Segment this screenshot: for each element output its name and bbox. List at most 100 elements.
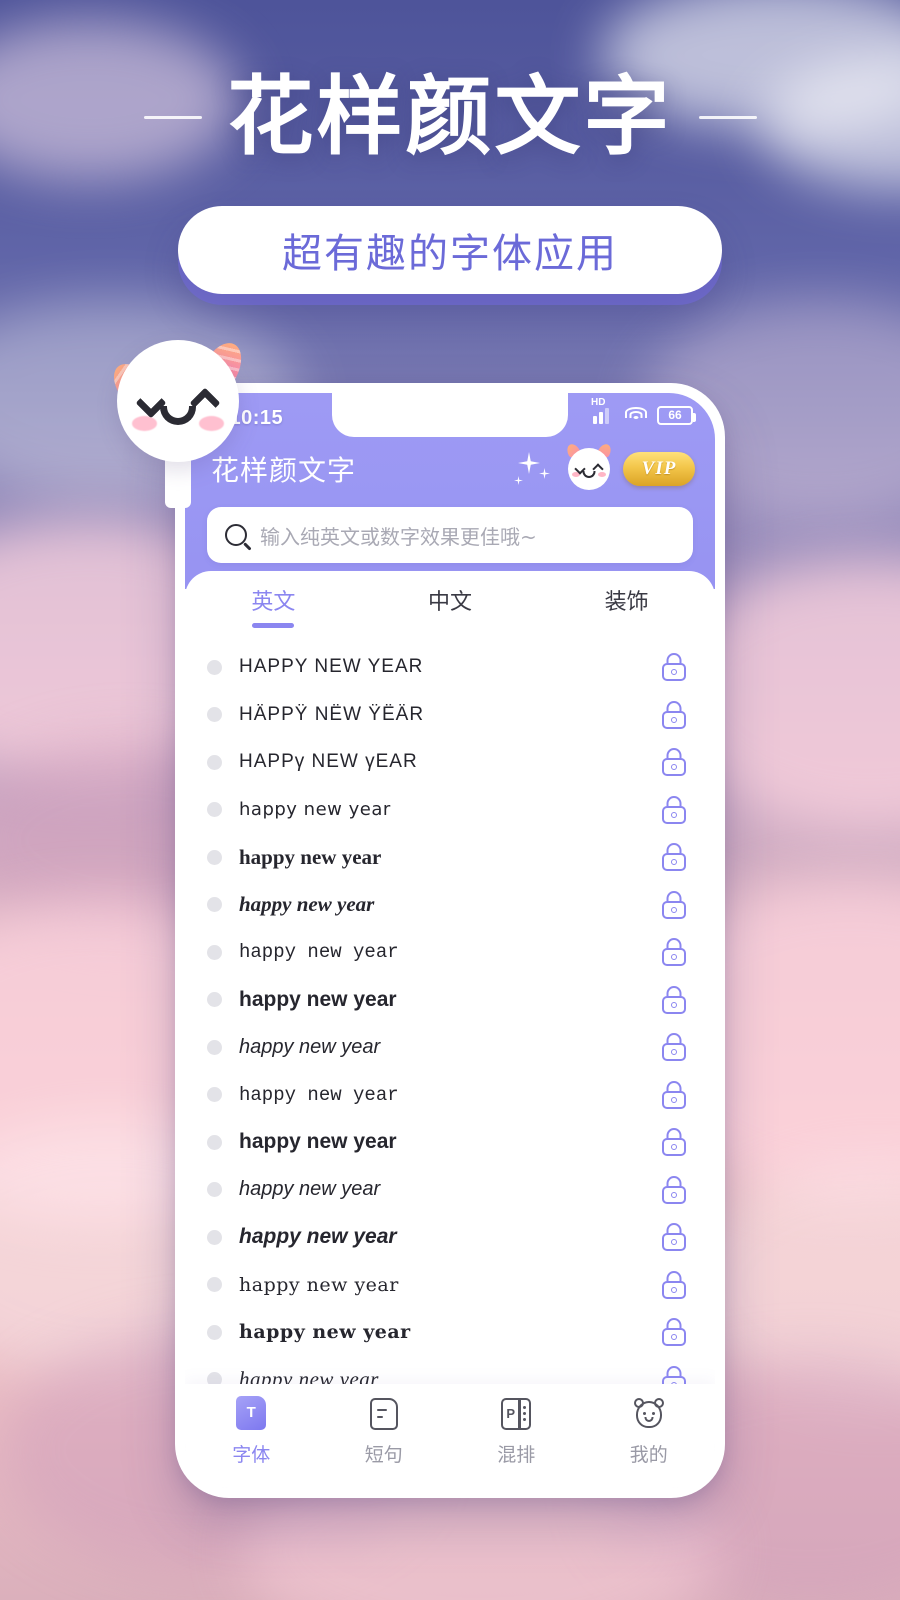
poster-headline-row: 花样颜文字	[0, 72, 900, 162]
radio-select-icon[interactable]	[207, 944, 222, 960]
nav-item-phrases-label: 短句	[364, 1443, 403, 1466]
vip-badge[interactable]: VIP	[623, 452, 695, 486]
font-style-row[interactable]: happy new year	[185, 1214, 715, 1262]
radio-select-icon[interactable]	[207, 1182, 222, 1198]
status-bar-icons: HD 66	[591, 397, 696, 425]
document-icon	[367, 1396, 401, 1432]
lock-icon[interactable]	[661, 843, 687, 872]
lock-icon[interactable]	[661, 700, 687, 729]
font-sample-text: HÄPPŸ NËW ŸËÄR	[239, 703, 425, 725]
font-style-row[interactable]: happy new year	[185, 786, 715, 834]
headline-rule-left	[143, 115, 202, 119]
font-sample-text: happy new year	[239, 987, 397, 1011]
font-sample-text: happy new year	[239, 1130, 397, 1154]
nav-item-phrases[interactable]: 短句	[318, 1396, 451, 1467]
radio-select-icon[interactable]	[207, 1039, 222, 1055]
radio-select-icon[interactable]	[207, 1134, 222, 1150]
radio-select-icon[interactable]	[207, 1277, 222, 1293]
radio-select-icon[interactable]	[207, 659, 222, 675]
font-sample-text: HAPPγ NEW γEAR	[239, 751, 418, 773]
radio-select-icon[interactable]	[207, 1324, 222, 1340]
lock-icon[interactable]	[661, 1270, 687, 1299]
font-style-row[interactable]: HAPPY NEW YEAR	[185, 644, 715, 692]
font-sample-text: happy new year	[239, 1273, 399, 1296]
font-sample-text: happy new year	[239, 941, 399, 964]
font-sample-text: happy new year	[239, 1035, 381, 1058]
font-style-row[interactable]: happy new year	[185, 929, 715, 977]
search-bar[interactable]: 输入纯英文或数字效果更佳哦~	[207, 507, 693, 563]
font-sample-text: happy new year	[239, 1178, 381, 1201]
lock-icon[interactable]	[661, 1128, 687, 1157]
font-style-row[interactable]: happy new year	[185, 1119, 715, 1167]
lock-icon[interactable]	[661, 1080, 687, 1109]
search-input-placeholder[interactable]: 输入纯英文或数字效果更佳哦~	[260, 521, 537, 550]
font-sample-text: happy new year	[239, 844, 382, 869]
lock-icon[interactable]	[661, 1223, 687, 1252]
font-style-row[interactable]: happy new year	[185, 976, 715, 1024]
radio-select-icon[interactable]	[207, 707, 222, 723]
font-style-list[interactable]: HAPPY NEW YEAR HÄPPŸ NËW ŸËÄR HAPPγ NEW γE…	[185, 634, 715, 1384]
app-header: 花样颜文字 VIP	[185, 437, 715, 495]
font-style-row[interactable]: happy new year	[185, 1071, 715, 1119]
font-style-row[interactable]: happy new year	[185, 881, 715, 929]
phone-device-frame: 午10:15 HD 66 花样颜文字 VIP 输入纯英文或数字效果更佳哦~ 英文…	[175, 383, 725, 1498]
content-sheet: 英文 中文 装饰 HAPPY NEW YEAR HÄPPŸ NËW ŸËÄR HAP…	[185, 571, 715, 1488]
font-sample-text: happy new year	[239, 1367, 379, 1384]
wifi-icon	[624, 406, 648, 424]
tab-decoration[interactable]: 装饰	[538, 579, 715, 634]
font-sample-text: happy new year	[239, 1321, 411, 1344]
radio-select-icon[interactable]	[207, 992, 222, 1008]
font-style-row[interactable]: happy new year	[185, 1356, 715, 1384]
tab-chinese[interactable]: 中文	[362, 579, 539, 634]
lock-icon[interactable]	[661, 795, 687, 824]
nav-item-mine-label: 我的	[629, 1443, 668, 1466]
radio-select-icon[interactable]	[207, 897, 222, 913]
radio-select-icon[interactable]	[207, 849, 222, 865]
font-style-row[interactable]: happy new year	[185, 1261, 715, 1309]
bear-profile-icon	[632, 1396, 666, 1432]
radio-select-icon[interactable]	[207, 1229, 222, 1245]
lock-icon[interactable]	[661, 1033, 687, 1062]
nav-item-fonts[interactable]: T 字体	[185, 1395, 318, 1467]
font-style-row[interactable]: happy new year	[185, 834, 715, 882]
hd-label: HD	[591, 397, 606, 408]
lock-icon[interactable]	[661, 1175, 687, 1204]
font-sample-text: happy new year	[239, 799, 391, 821]
mix-layout-icon: P	[499, 1396, 533, 1432]
radio-select-icon[interactable]	[207, 802, 222, 818]
bottom-navigation: T 字体 短句 P 混排 我的	[185, 1384, 715, 1488]
font-style-row[interactable]: HÄPPŸ NËW ŸËÄR	[185, 691, 715, 739]
unicorn-mascot-icon[interactable]	[564, 441, 614, 493]
vip-label: VIP	[641, 458, 677, 479]
nav-item-mine[interactable]: 我的	[583, 1396, 716, 1467]
lock-icon[interactable]	[661, 748, 687, 777]
radio-select-icon[interactable]	[207, 1372, 222, 1384]
font-style-row[interactable]: HAPPγ NEW γEAR	[185, 739, 715, 787]
lock-icon[interactable]	[661, 1318, 687, 1347]
font-style-row[interactable]: happy new year	[185, 1166, 715, 1214]
tab-chinese-label: 中文	[428, 590, 473, 616]
tab-english[interactable]: 英文	[185, 579, 362, 634]
nav-item-mixlayout-label: 混排	[497, 1443, 536, 1466]
tab-english-label: 英文	[251, 590, 296, 616]
cellular-signal-icon: HD	[591, 397, 615, 424]
nav-item-mixlayout[interactable]: P 混排	[450, 1396, 583, 1467]
radio-select-icon[interactable]	[207, 1087, 222, 1103]
headline-rule-right	[698, 115, 757, 119]
tab-active-underline	[252, 623, 295, 629]
lock-icon[interactable]	[661, 938, 687, 967]
sparkles-icon[interactable]	[511, 448, 555, 490]
app-header-actions: VIP	[511, 441, 695, 493]
lock-icon[interactable]	[661, 985, 687, 1014]
font-style-row[interactable]: happy new year	[185, 1309, 715, 1357]
font-style-row[interactable]: happy new year	[185, 1024, 715, 1072]
lock-icon[interactable]	[661, 890, 687, 919]
poster-subtitle: 超有趣的字体应用	[282, 231, 618, 277]
nav-item-fonts-label: 字体	[232, 1443, 271, 1466]
battery-percent: 66	[668, 408, 682, 422]
unicorn-mascot-large-icon	[105, 336, 250, 508]
radio-select-icon[interactable]	[207, 754, 222, 770]
font-sample-text: happy new year	[239, 1225, 397, 1249]
lock-icon[interactable]	[661, 1365, 687, 1384]
lock-icon[interactable]	[661, 653, 687, 682]
